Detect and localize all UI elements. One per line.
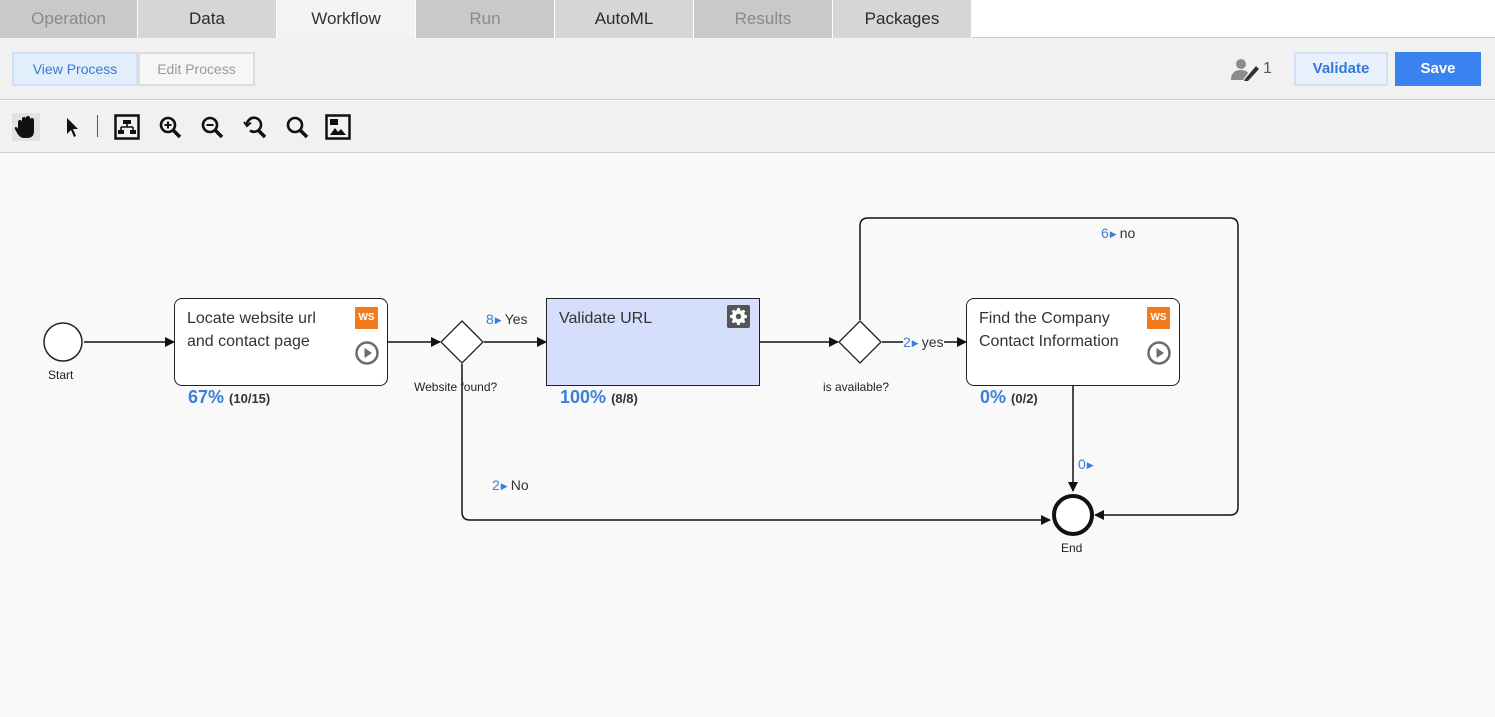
tab-operation[interactable]: Operation bbox=[0, 0, 138, 38]
flow-label-yes-available: 2▶ yes bbox=[903, 334, 944, 350]
pointer-select-icon bbox=[67, 118, 78, 137]
task-progress: 67% (10/15) bbox=[188, 387, 271, 407]
tab-data[interactable]: Data bbox=[138, 0, 277, 38]
hand-pan-tool[interactable] bbox=[12, 113, 40, 141]
tab-run[interactable]: Run bbox=[416, 0, 555, 38]
task-title: Find the Company Contact Information bbox=[979, 310, 1119, 350]
auto-layout-icon bbox=[114, 114, 140, 140]
web-service-badge: WS bbox=[1147, 307, 1170, 329]
start-event-label: Start bbox=[48, 368, 74, 382]
main-tab-bar: Operation Data Workflow Run AutoML Resul… bbox=[0, 0, 1495, 39]
process-diagram-canvas[interactable]: Start Locate website url and contact pag… bbox=[0, 153, 1495, 717]
start-event[interactable] bbox=[42, 320, 86, 364]
diagram-toolbar bbox=[0, 101, 1495, 153]
auto-layout-tool[interactable] bbox=[113, 113, 141, 141]
zoom-out-icon bbox=[201, 116, 224, 139]
task-locate-website[interactable]: Locate website url and contact page WS bbox=[174, 298, 388, 386]
zoom-in-tool[interactable] bbox=[156, 113, 184, 141]
zoom-in-icon bbox=[159, 116, 182, 139]
end-event-label: End bbox=[1061, 541, 1083, 555]
task-find-company-contact[interactable]: Find the Company Contact Information WS bbox=[966, 298, 1180, 386]
validate-button[interactable]: Validate bbox=[1294, 52, 1388, 86]
task-title: Locate website url and contact page bbox=[187, 310, 316, 350]
flow-label-no-available: 6▶ no bbox=[1101, 225, 1136, 241]
gateway-is-available[interactable] bbox=[838, 320, 882, 364]
zoom-out-tool[interactable] bbox=[198, 113, 226, 141]
flow-label-find-to-end: 0▶ bbox=[1078, 456, 1094, 472]
user-edit-icon bbox=[1231, 59, 1259, 81]
tab-packages[interactable]: Packages bbox=[833, 0, 972, 38]
run-task-icon[interactable] bbox=[355, 341, 379, 365]
flow-no-to-end bbox=[461, 364, 1051, 525]
overview-map-icon bbox=[325, 114, 351, 140]
zoom-fit-tool[interactable] bbox=[283, 113, 311, 141]
end-event[interactable] bbox=[1051, 493, 1095, 537]
tab-results[interactable]: Results bbox=[694, 0, 833, 38]
task-progress: 100% (8/8) bbox=[560, 387, 638, 407]
zoom-fit-icon bbox=[286, 116, 309, 139]
toolbar-divider bbox=[97, 115, 98, 137]
task-title: Validate URL bbox=[559, 310, 653, 327]
gateway-label: Website found? bbox=[414, 380, 498, 394]
view-process-button[interactable]: View Process bbox=[12, 52, 138, 86]
gateway-website-found[interactable] bbox=[440, 320, 484, 364]
gateway-label: is available? bbox=[823, 380, 890, 394]
save-button[interactable]: Save bbox=[1395, 52, 1481, 86]
gear-icon bbox=[727, 305, 750, 328]
tab-workflow[interactable]: Workflow bbox=[277, 0, 416, 39]
web-service-badge: WS bbox=[355, 307, 378, 329]
zoom-reset-tool[interactable] bbox=[241, 113, 269, 141]
zoom-reset-icon bbox=[243, 116, 267, 139]
pointer-select-tool[interactable] bbox=[57, 113, 85, 141]
task-progress: 0% (0/2) bbox=[980, 387, 1038, 407]
active-editors[interactable]: 1 bbox=[1230, 56, 1272, 82]
flow-label-no: 2▶ No bbox=[492, 477, 529, 493]
hand-pan-icon bbox=[12, 113, 40, 141]
run-task-icon[interactable] bbox=[1147, 341, 1171, 365]
task-validate-url[interactable]: Validate URL bbox=[546, 298, 760, 386]
sequence-flows bbox=[84, 217, 1239, 525]
editor-count: 1 bbox=[1263, 60, 1272, 77]
flow-label-yes: 8▶ Yes bbox=[486, 311, 528, 327]
tab-automl[interactable]: AutoML bbox=[555, 0, 694, 38]
overview-map-tool[interactable] bbox=[324, 113, 352, 141]
process-mode-bar: View Process Edit Process 1 Validate Sav… bbox=[0, 38, 1495, 100]
edit-process-button[interactable]: Edit Process bbox=[138, 52, 255, 86]
